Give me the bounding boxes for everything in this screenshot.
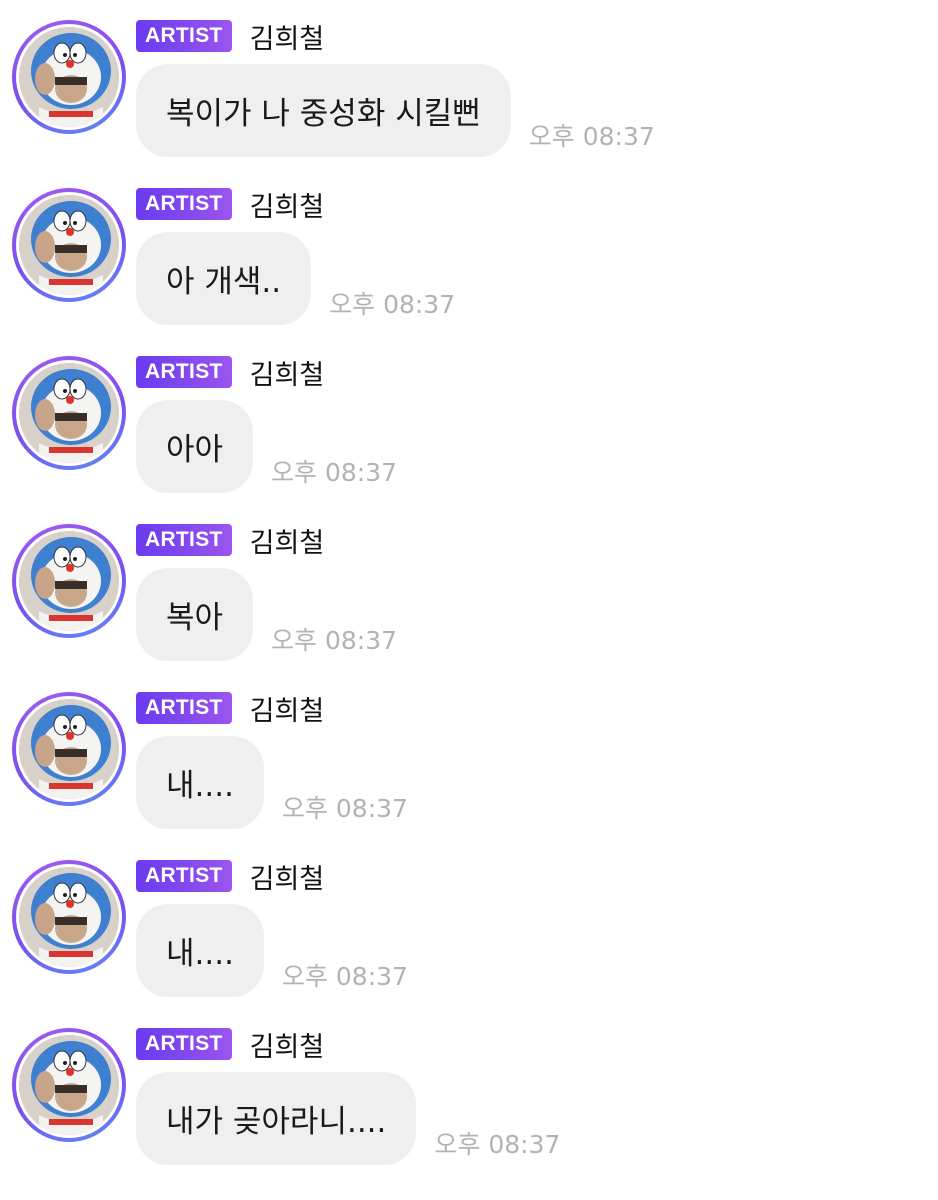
message-timestamp: 오후 08:37 <box>281 962 408 991</box>
doraemon-hood-icon <box>19 531 119 631</box>
message-bubble[interactable]: 복아 <box>136 568 254 661</box>
avatar-photo <box>19 195 119 295</box>
message-header: ARTIST 김희철 <box>136 692 324 727</box>
artist-badge: ARTIST <box>136 20 232 52</box>
message-bubble[interactable]: 내가 곶아라니.... <box>136 1072 417 1165</box>
avatar-photo <box>19 531 119 631</box>
chat-message: ARTIST 김희철 아아 오후 08:37 <box>0 336 938 504</box>
sender-name[interactable]: 김희철 <box>250 521 325 560</box>
message-timestamp: 오후 08:37 <box>434 1130 561 1159</box>
sender-name[interactable]: 김희철 <box>250 857 325 896</box>
doraemon-hood-icon <box>19 1035 119 1135</box>
message-timestamp: 오후 08:37 <box>271 458 398 487</box>
doraemon-hood-icon <box>19 363 119 463</box>
doraemon-hood-icon <box>19 867 119 967</box>
sender-name[interactable]: 김희철 <box>250 17 325 56</box>
message-bubble[interactable]: 내.... <box>136 904 264 997</box>
artist-badge: ARTIST <box>136 188 232 220</box>
doraemon-hood-icon <box>19 699 119 799</box>
avatar[interactable] <box>12 188 126 302</box>
chat-message: ARTIST 김희철 내가 곶아라니.... 오후 08:37 <box>0 1008 938 1176</box>
sender-name[interactable]: 김희철 <box>250 353 325 392</box>
avatar-photo <box>19 867 119 967</box>
avatar-photo <box>19 699 119 799</box>
message-timestamp: 오후 08:37 <box>329 290 456 319</box>
doraemon-hood-icon <box>19 27 119 127</box>
avatar[interactable] <box>12 1028 126 1142</box>
chat-message: ARTIST 김희철 내.... 오후 08:37 <box>0 840 938 1008</box>
avatar[interactable] <box>12 356 126 470</box>
message-header: ARTIST 김희철 <box>136 356 324 391</box>
sender-name[interactable]: 김희철 <box>250 1025 325 1064</box>
sender-name[interactable]: 김희철 <box>250 689 325 728</box>
avatar-photo <box>19 1035 119 1135</box>
avatar-photo <box>19 27 119 127</box>
message-header: ARTIST 김희철 <box>136 524 324 559</box>
avatar[interactable] <box>12 692 126 806</box>
message-bubble[interactable]: 내.... <box>136 736 264 829</box>
sender-name[interactable]: 김희철 <box>250 185 325 224</box>
message-header: ARTIST 김희철 <box>136 20 324 55</box>
avatar[interactable] <box>12 860 126 974</box>
message-bubble[interactable]: 아아 <box>136 400 254 493</box>
message-header: ARTIST 김희철 <box>136 1028 324 1063</box>
artist-badge: ARTIST <box>136 524 232 556</box>
avatar[interactable] <box>12 20 126 134</box>
message-timestamp: 오후 08:37 <box>271 626 398 655</box>
chat-message: ARTIST 김희철 내.... 오후 08:37 <box>0 672 938 840</box>
message-bubble[interactable]: 아 개색.. <box>136 232 312 325</box>
artist-badge: ARTIST <box>136 1028 232 1060</box>
message-header: ARTIST 김희철 <box>136 860 324 895</box>
artist-badge: ARTIST <box>136 356 232 388</box>
artist-badge: ARTIST <box>136 692 232 724</box>
message-header: ARTIST 김희철 <box>136 188 324 223</box>
chat-message: ARTIST 김희철 복이가 나 중성화 시킬뻔 오후 08:37 <box>0 0 938 168</box>
message-timestamp: 오후 08:37 <box>281 794 408 823</box>
chat-message: ARTIST 김희철 아 개색.. 오후 08:37 <box>0 168 938 336</box>
avatar[interactable] <box>12 524 126 638</box>
avatar-photo <box>19 363 119 463</box>
artist-badge: ARTIST <box>136 860 232 892</box>
chat-message-list: ARTIST 김희철 복이가 나 중성화 시킬뻔 오후 08:37 ARTIST… <box>0 0 938 1200</box>
message-bubble[interactable]: 복이가 나 중성화 시킬뻔 <box>136 64 511 157</box>
doraemon-hood-icon <box>19 195 119 295</box>
chat-message: ARTIST 김희철 복아 오후 08:37 <box>0 504 938 672</box>
message-timestamp: 오후 08:37 <box>528 122 655 151</box>
